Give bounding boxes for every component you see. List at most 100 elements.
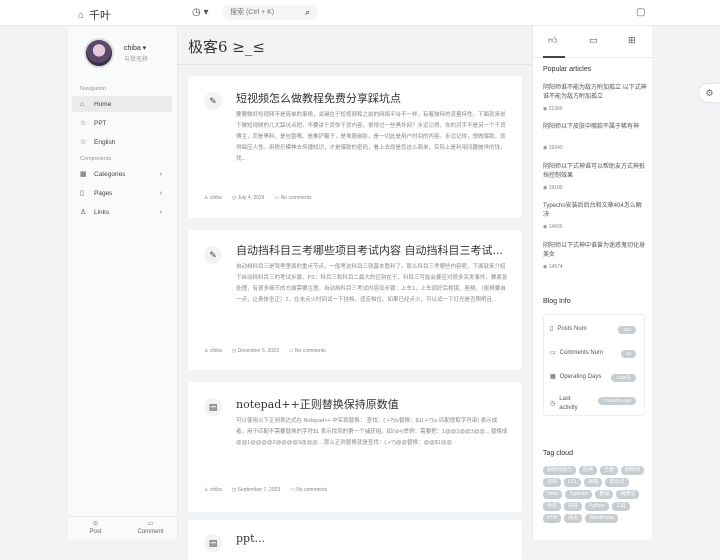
page-title: 极客6 ≥_≤ bbox=[188, 38, 265, 56]
top-bar: ⌂ 千叶 ◷ ▾ ⌕ ▢ bbox=[0, 0, 720, 26]
divider bbox=[178, 64, 532, 65]
search-icon[interactable]: ⌕ bbox=[305, 7, 310, 18]
chevron-right-icon: › bbox=[159, 208, 162, 216]
post-date: ◷ December 5, 2023 bbox=[231, 348, 279, 354]
theme-clock-button[interactable]: ◷ ▾ bbox=[192, 7, 209, 18]
tag-cloud-title: Tag cloud bbox=[543, 450, 573, 457]
tag-item[interactable]: 王者 bbox=[600, 466, 619, 475]
tag-item[interactable]: Hello bbox=[543, 490, 563, 499]
post-meta: ♙ chiba ◷ September 7, 2023 ▭ No comment… bbox=[204, 487, 327, 493]
tag-item[interactable]: 阴阳师 bbox=[621, 466, 645, 475]
post-comments[interactable]: ▭ No comments bbox=[289, 348, 326, 354]
tag-item[interactable]: 工具 bbox=[611, 502, 630, 511]
view-count: ◉ 21366 bbox=[543, 106, 563, 112]
sidebar-item-categories[interactable]: ▦ Categories › bbox=[72, 166, 172, 182]
view-count: ◉ 14574 bbox=[543, 264, 563, 270]
tag-item[interactable]: 原神 bbox=[579, 466, 598, 475]
home-icon: ⌂ bbox=[80, 100, 85, 108]
site-logo[interactable]: ⌂ 千叶 bbox=[78, 7, 111, 23]
sidebar-item-ppt[interactable]: ☆ PPT bbox=[72, 115, 172, 131]
popular-article-link[interactable]: 阴阳师谁不能为敌方附加孤立 以下式神谁不能为敌方附加孤立 bbox=[543, 84, 647, 102]
tag-item[interactable]: 网络宝 bbox=[616, 490, 640, 499]
active-tab-indicator bbox=[543, 56, 565, 58]
comment-icon: ▭ bbox=[550, 350, 556, 356]
operating-days-row: ▦ Operating Days bbox=[550, 373, 602, 381]
popular-article-link[interactable]: 阴阳师以下式神谁可以帮助友方式神抵挡控制效果 bbox=[543, 163, 647, 181]
tag-item[interactable]: Python bbox=[585, 502, 609, 511]
comment-icon[interactable]: ▭ bbox=[589, 35, 598, 46]
post-card[interactable]: ✎ 短视频怎么做教程免费分享踩坑点 要要做好短视频不是简单的事情，关键在于短视频… bbox=[188, 76, 522, 218]
blog-info-box: ▯ Posts Num 320 ▭ Comments Num 10 ▦ Operati… bbox=[543, 314, 645, 416]
popular-article-link[interactable]: Typecho安装后后台和文章404怎么解决 bbox=[543, 202, 647, 220]
home-icon: ⌂ bbox=[78, 9, 85, 21]
chevron-right-icon: › bbox=[159, 189, 162, 197]
popular-article-link[interactable]: 阴阳师以下式神中谁曾为迷惑鬼切化身美女 bbox=[543, 242, 647, 260]
calendar-icon: ▦ bbox=[550, 374, 556, 380]
logo-text: 千叶 bbox=[89, 10, 112, 22]
post-button[interactable]: ⊙ Post bbox=[68, 517, 123, 540]
clock-icon: ◷ bbox=[550, 400, 556, 407]
chevron-right-icon: › bbox=[159, 170, 162, 178]
user-icon: ♙ bbox=[80, 209, 87, 216]
star-icon: ☆ bbox=[80, 139, 87, 146]
edit-icon: ✎ bbox=[204, 92, 222, 110]
settings-gear-icon[interactable]: ⚙ bbox=[699, 84, 720, 102]
popular-article-link[interactable]: 阴阳师以下皮肤中哪款不属于稀有神 bbox=[543, 123, 647, 132]
gift-icon[interactable]: ⊞ bbox=[628, 35, 636, 46]
rss-icon: ⊙ bbox=[92, 521, 99, 527]
message-icon[interactable]: ▢ bbox=[636, 7, 645, 18]
tag-item[interactable]: 阴阳师技巧 bbox=[543, 466, 577, 475]
grid-icon: ▦ bbox=[80, 171, 87, 178]
sidebar-item-english[interactable]: ☆ English bbox=[72, 134, 172, 150]
sidebar-item-home[interactable]: ⌂ Home bbox=[72, 96, 172, 112]
code-icon: ▤ bbox=[204, 534, 222, 552]
comment-button[interactable]: ▭ Comment bbox=[123, 517, 178, 540]
tag-item[interactable]: Typecho bbox=[565, 490, 593, 499]
post-comments[interactable]: ▭ No comments bbox=[290, 487, 327, 493]
comments-num-row: ▭ Comments Num bbox=[550, 349, 604, 357]
tag-item[interactable]: WordPress bbox=[585, 514, 618, 523]
posts-num-value: 320 bbox=[618, 326, 636, 334]
search-input[interactable] bbox=[222, 5, 318, 20]
tag-item[interactable]: LOL bbox=[564, 478, 582, 487]
file-icon: ▯ bbox=[80, 190, 84, 197]
tag-item[interactable]: 网页 bbox=[564, 514, 583, 523]
thumbs-up-icon[interactable]: 👍︎ bbox=[548, 35, 557, 46]
post-title[interactable]: notepad++正则替换保持原数值 bbox=[236, 396, 508, 412]
operating-days-value: 2200天 bbox=[611, 374, 636, 382]
tag-item[interactable]: 游戏 bbox=[543, 478, 562, 487]
post-title[interactable]: ppt... bbox=[236, 532, 508, 545]
post-comments[interactable]: ▭ No comments bbox=[275, 195, 312, 201]
tag-item[interactable]: 转载 bbox=[584, 478, 603, 487]
tag-item[interactable]: 免费 bbox=[543, 502, 562, 511]
view-count: ◉ 19105 bbox=[543, 185, 563, 191]
comment-icon: ▭ bbox=[147, 521, 154, 527]
view-count: ◉ 14666 bbox=[543, 224, 563, 230]
post-card[interactable]: ▤ notepad++正则替换保持原数值 可以使用以下正则表达式在 Notepa… bbox=[188, 382, 522, 512]
sidebar-footer: ⊙ Post ▭ Comment bbox=[68, 516, 178, 540]
right-tabs: 👍︎ ▭ ⊞ bbox=[533, 26, 653, 58]
post-author[interactable]: ♙ chiba bbox=[204, 195, 222, 201]
post-card[interactable]: ✎ 自动挡科目三考哪些项目考试内容 自动挡科目三考试... 自动挡科目三是驾考里… bbox=[188, 230, 522, 370]
post-title[interactable]: 短视频怎么做教程免费分享踩坑点 bbox=[236, 90, 508, 106]
popular-articles-title: Popular articles bbox=[543, 66, 592, 73]
tag-item[interactable]: PHP bbox=[543, 514, 562, 523]
post-card[interactable]: ▤ ppt... bbox=[188, 520, 522, 560]
components-section-title: Components bbox=[80, 156, 112, 162]
post-excerpt: 可以使用以下正则表达式在 Notepad++ 中实现替换： 查找：(.+?)\s… bbox=[236, 418, 508, 446]
star-icon: ☆ bbox=[80, 120, 87, 127]
avatar[interactable] bbox=[84, 38, 114, 68]
sidebar-item-links[interactable]: ♙ Links › bbox=[72, 204, 172, 220]
post-author[interactable]: ♙ chiba bbox=[204, 348, 222, 354]
sidebar-item-pages[interactable]: ▯ Pages › bbox=[72, 185, 172, 201]
tag-item[interactable]: 成长记 bbox=[605, 478, 629, 487]
nav-section-title: Navigation bbox=[80, 86, 106, 92]
post-author[interactable]: ♙ chiba bbox=[204, 487, 222, 493]
last-activity-row: ◷ Last activity bbox=[550, 396, 578, 411]
post-excerpt: 自动挡科目三是驾考里面的重点节点，一般考这科目三就基本胜利了。那么科目三考哪些内… bbox=[236, 264, 508, 303]
user-name[interactable]: chiba ▾ bbox=[124, 44, 146, 52]
tag-item[interactable]: 教程 bbox=[595, 490, 614, 499]
post-title[interactable]: 自动挡科目三考哪些项目考试内容 自动挡科目三考试... bbox=[236, 242, 508, 258]
post-date: ◷ September 7, 2023 bbox=[231, 487, 281, 493]
tag-item[interactable]: 好好 bbox=[564, 502, 583, 511]
